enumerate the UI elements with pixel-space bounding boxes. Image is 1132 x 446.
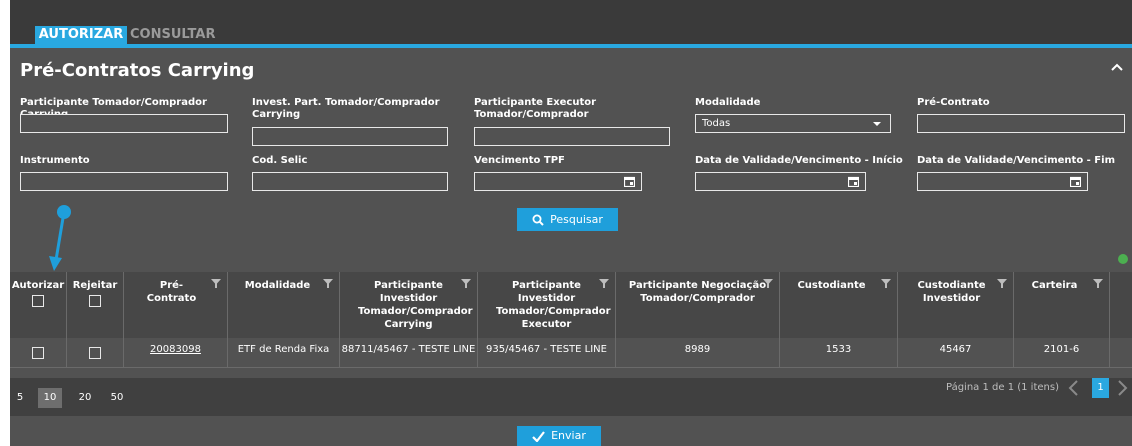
app-window: AUTORIZAR CONSULTAR Pré-Contratos Carryi… [10,0,1132,446]
collapse-up-icon[interactable] [1108,58,1126,76]
custodian-investor-cell: 45467 [898,338,1014,368]
header-modality[interactable]: Modalidade [228,272,340,338]
part-investor-executor-cell: 935/45467 - TESTE LINE [478,338,616,368]
calendar-icon[interactable] [848,176,859,187]
validity-start-label: Data de Validade/Vencimento - Início [695,155,903,166]
reject-checkbox[interactable] [89,347,101,359]
header-reject-label: Rejeitar [72,280,118,291]
header-part-negotiation-label: Participante Negociação Tomador/Comprado… [628,280,767,304]
portfolio-cell: 2101-6 [1014,338,1110,368]
tpf-maturity-label: Vencimento TPF [474,155,565,166]
reject-all-checkbox[interactable] [89,295,101,307]
authorize-checkbox[interactable] [32,347,44,359]
filter-icon[interactable] [323,279,333,288]
tab-underline [10,44,1132,48]
chevron-down-icon [873,122,881,126]
header-custodian-investor-label: Custodiante Investidor [917,280,986,304]
selic-code-label: Cod. Selic [252,155,308,166]
calendar-icon[interactable] [624,176,635,187]
check-icon [532,431,545,443]
header-part-investor-carrying-label: Participante Investidor Tomador/Comprado… [358,280,473,330]
header-part-investor-carrying[interactable]: Participante Investidor Tomador/Comprado… [340,272,478,338]
modality-cell: ETF de Renda Fixa [228,338,340,368]
pager: 5 10 20 50 Página 1 de 1 (1 itens) 1 [10,378,1132,416]
page-info: Página 1 de 1 (1 itens) [946,382,1059,393]
instrument-label: Instrumento [20,155,90,166]
header-portfolio[interactable]: Carteira [1014,272,1110,338]
modality-select-value: Todas [702,118,731,129]
part-negotiation-cell: 8989 [616,338,780,368]
header-portfolio-label: Carteira [1031,280,1078,291]
page-size-5[interactable]: 5 [12,388,28,408]
search-icon [532,214,544,226]
modality-select[interactable]: Todas [695,114,891,133]
send-button-label: Enviar [551,429,586,442]
authorize-all-checkbox[interactable] [32,295,44,307]
participant-borrower-input[interactable] [20,114,228,133]
tab-consultar[interactable]: CONSULTAR [130,26,215,44]
calendar-icon[interactable] [1070,176,1081,187]
filter-icon[interactable] [763,279,773,288]
header-authorize: Autorizar [10,272,67,338]
modality-label: Modalidade [695,97,761,108]
reject-cell [67,338,124,368]
custodian-cell: 1533 [780,338,898,368]
header-part-investor-executor-label: Participante Investidor Tomador/Comprado… [496,280,611,330]
selic-code-input[interactable] [252,172,448,191]
header-part-negotiation[interactable]: Participante Negociação Tomador/Comprado… [616,272,780,338]
filter-icon[interactable] [211,279,221,288]
filter-icon[interactable] [997,279,1007,288]
pre-contract-label: Pré-Contrato [917,97,990,108]
authorize-cell [10,338,67,368]
executor-participant-input[interactable] [474,127,670,146]
validity-start-input[interactable] [695,172,866,191]
filter-icon[interactable] [461,279,471,288]
page-number-current[interactable]: 1 [1092,378,1109,398]
invest-part-borrower-input[interactable] [252,127,448,146]
panel-title: Pré-Contratos Carrying [20,60,255,81]
page-size-50[interactable]: 50 [106,388,128,408]
search-button-label: Pesquisar [550,213,603,226]
table-row: 20083098 ETF de Renda Fixa 88711/45467 -… [10,338,1132,368]
page-size-10[interactable]: 10 [38,388,62,408]
header-pre-contract-label: Pré-Contrato [146,280,197,304]
header-part-investor-executor[interactable]: Participante Investidor Tomador/Comprado… [478,272,616,338]
header-custodian-label: Custodiante [797,280,866,291]
executor-participant-label: Participante Executor Tomador/Comprador [474,97,597,120]
part-investor-carrying-cell: 88711/45467 - TESTE LINE [340,338,478,368]
invest-part-borrower-label: Invest. Part. Tomador/Comprador Carrying [252,97,440,120]
pre-contract-link[interactable]: 20083098 [150,344,201,355]
filter-icon[interactable] [1093,279,1103,288]
table-header: Autorizar Rejeitar Pré-Contrato Modalida… [10,272,1132,338]
pre-contract-cell: 20083098 [124,338,228,368]
validity-end-input[interactable] [917,172,1088,191]
export-excel-icon[interactable] [1118,254,1128,264]
page-size-20[interactable]: 20 [74,388,96,408]
pre-contract-input[interactable] [917,114,1125,133]
validity-end-label: Data de Validade/Vencimento - Fim [917,155,1115,166]
header-modality-label: Modalidade [244,280,311,291]
send-button[interactable]: Enviar [517,426,601,446]
tpf-maturity-input[interactable] [474,172,642,191]
header-custodian-investor[interactable]: Custodiante Investidor [898,272,1014,338]
tab-autorizar[interactable]: AUTORIZAR [35,26,127,44]
chevron-right-icon[interactable] [1112,378,1132,398]
filter-icon[interactable] [881,279,891,288]
chevron-left-icon[interactable] [1064,378,1084,398]
header-reject: Rejeitar [67,272,124,338]
header-custodian[interactable]: Custodiante [780,272,898,338]
header-pre-contract[interactable]: Pré-Contrato [124,272,228,338]
header-authorize-label: Autorizar [11,280,65,291]
instrument-input[interactable] [20,172,228,191]
search-button[interactable]: Pesquisar [517,208,618,231]
filter-icon[interactable] [599,279,609,288]
